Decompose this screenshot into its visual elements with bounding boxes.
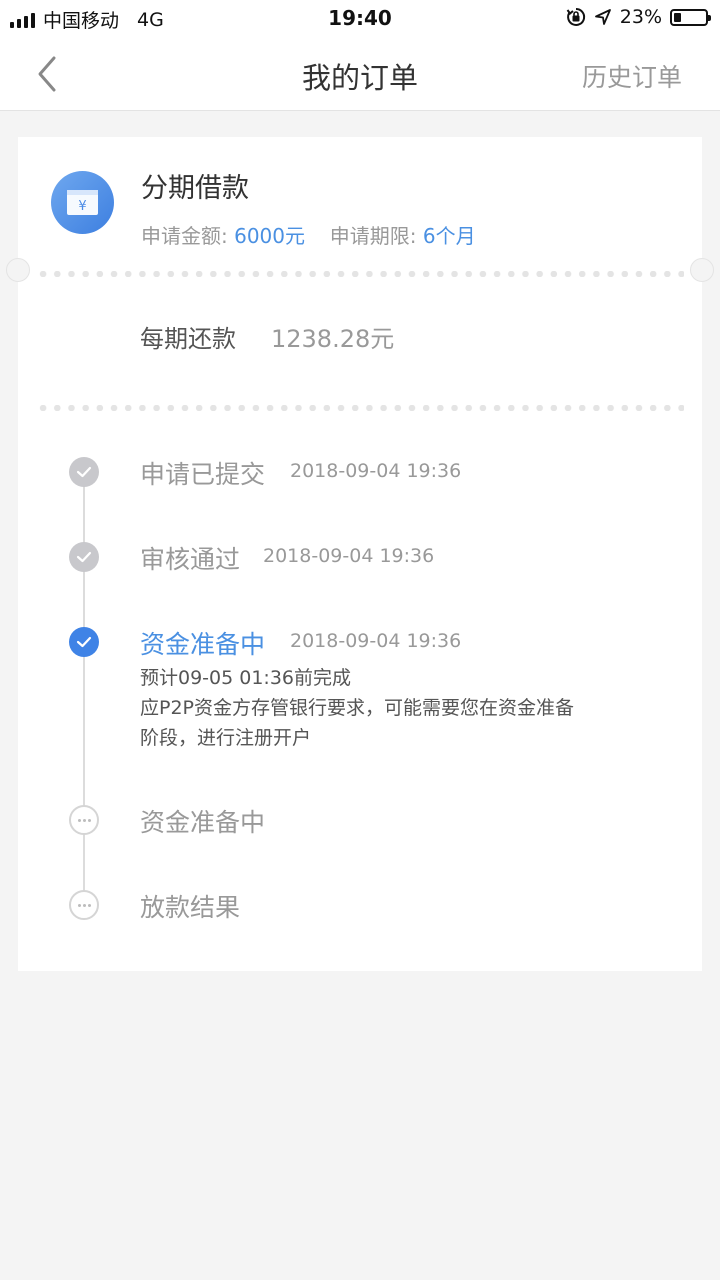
term-value: 6个月 (422, 224, 476, 248)
ticket-notch-left (6, 258, 30, 282)
step-description: 预计09-05 01:36前完成 应P2P资金方存管银行要求，可能需要您在资金准… (140, 663, 574, 753)
svg-text:¥: ¥ (78, 199, 86, 214)
status-right: 23% (566, 6, 711, 28)
order-card: ¥ 分期借款 申请金额: 6000元 申请期限: 6个月 每期还款 1238.2… (6, 137, 714, 971)
battery-icon (670, 8, 711, 26)
step-time: 2018-09-04 19:36 (263, 545, 435, 567)
step-title: 资金准备中 (140, 808, 266, 837)
step-title: 放款结果 (140, 893, 241, 922)
step-time: 2018-09-04 19:36 (290, 630, 462, 652)
step-title: 审核通过 (140, 545, 241, 574)
dotted-divider (36, 405, 684, 411)
loan-info: 申请金额: 6000元 申请期限: 6个月 (141, 220, 476, 249)
step-time: 2018-09-04 19:36 (290, 460, 462, 482)
step-pending-dots-icon (69, 890, 99, 920)
battery-percent: 23% (619, 6, 662, 28)
dotted-divider (36, 271, 684, 277)
wallet-yen-icon: ¥ (51, 171, 114, 234)
status-bar: 中国移动 4G 19:40 23% (0, 0, 720, 38)
step-title: 申请已提交 (140, 460, 266, 489)
amount-label: 申请金额: (141, 224, 235, 248)
repayment-label: 每期还款 (140, 325, 236, 353)
loan-title: 分期借款 (141, 173, 249, 204)
history-orders-button[interactable]: 历史订单 (582, 58, 682, 94)
step-eta: 预计09-05 01:36前完成 (140, 667, 352, 689)
step-active-check-icon (69, 627, 99, 657)
step-note: 阶段，进行注册开户 (140, 727, 312, 749)
step-done-check-icon (69, 542, 99, 572)
location-arrow-icon (594, 9, 611, 25)
step-title-active: 资金准备中 (140, 630, 266, 659)
amount-value: 6000元 (234, 224, 306, 248)
term-label: 申请期限: (329, 224, 423, 248)
repayment-value: 1238.28元 (271, 325, 395, 353)
step-pending-dots-icon (69, 805, 99, 835)
navigation-bar: 我的订单 历史订单 (0, 38, 720, 111)
step-done-check-icon (69, 457, 99, 487)
battery-fill (674, 12, 681, 22)
ticket-notch-right (690, 258, 714, 282)
rotation-lock-icon (566, 7, 585, 26)
step-note: 应P2P资金方存管银行要求，可能需要您在资金准备 (140, 697, 575, 719)
